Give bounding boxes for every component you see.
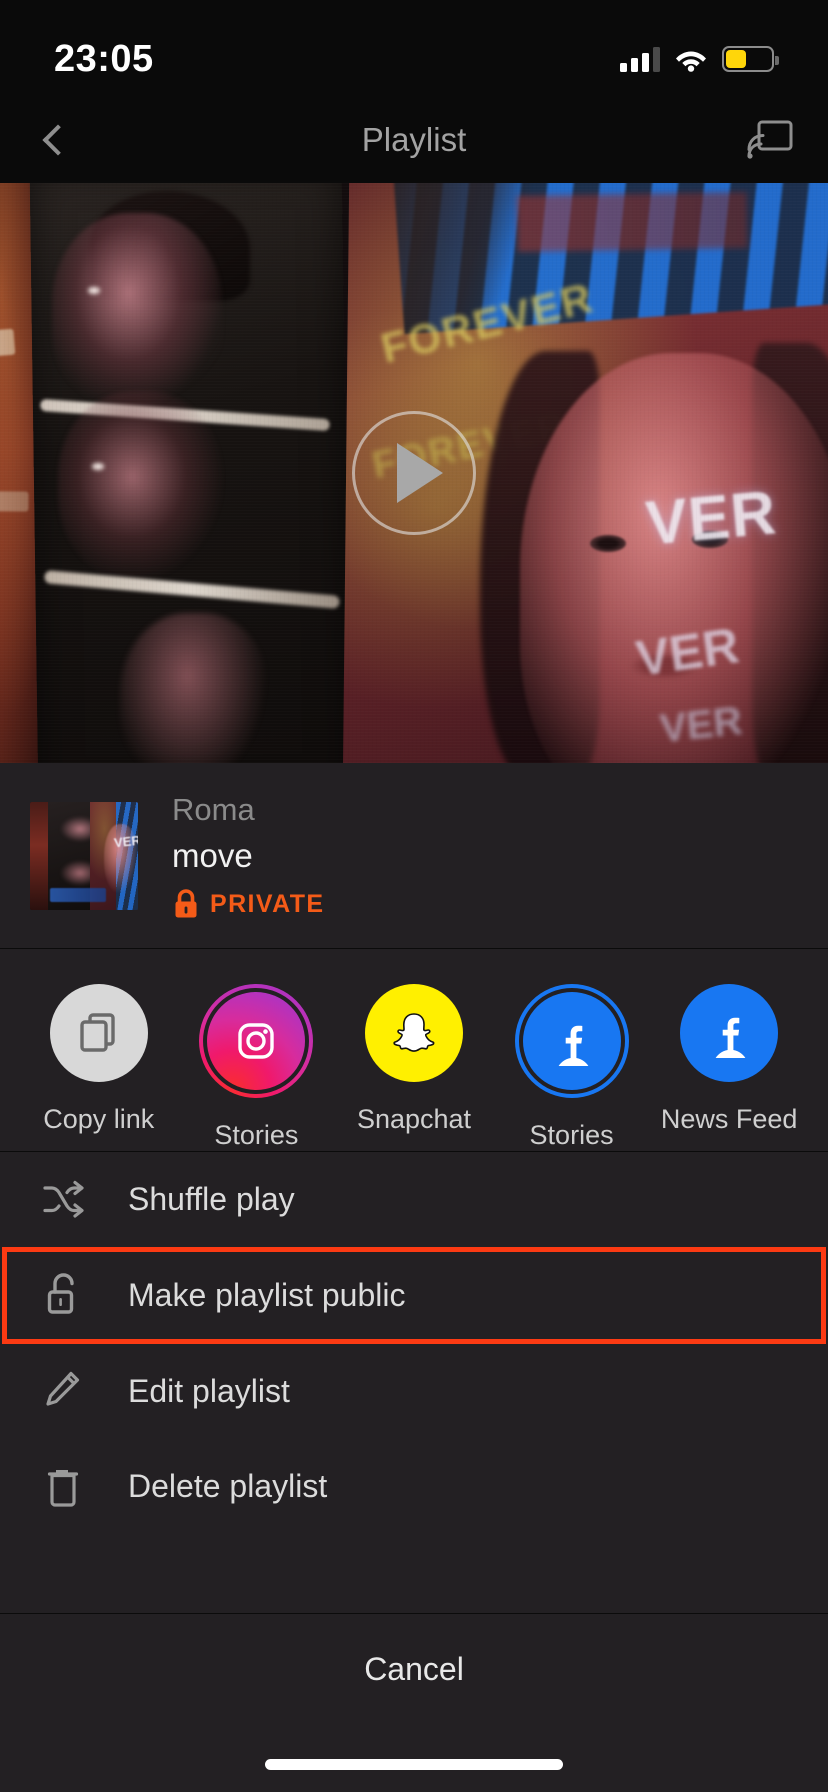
cancel-label: Cancel <box>364 1650 464 1687</box>
collage-portrait <box>520 353 828 763</box>
share-label: Copy link <box>43 1104 155 1134</box>
wifi-icon <box>674 46 708 72</box>
highlight-annotation <box>2 1247 826 1344</box>
playlist-meta: Roma move PRIVATE <box>172 791 324 920</box>
privacy-label: PRIVATE <box>210 889 325 918</box>
status-clock: 23:05 <box>54 37 154 80</box>
share-item-facebook-stories[interactable]: Stories <box>502 984 642 1151</box>
playlist-hero-image[interactable]: FOREVER FOREVER VER VER VER <box>0 183 828 763</box>
instagram-icon-circle <box>199 984 314 1098</box>
lock-closed-icon <box>175 889 197 918</box>
action-menu: Shuffle play Make playlist public Edit p <box>0 1151 828 1534</box>
privacy-badge: PRIVATE <box>172 888 324 920</box>
share-item-facebook-news-feed[interactable]: News Feed <box>659 984 799 1135</box>
snapchat-icon-circle <box>364 984 463 1082</box>
home-indicator[interactable] <box>265 1759 563 1770</box>
battery-icon <box>722 46 779 72</box>
snapchat-icon <box>393 1013 435 1052</box>
playlist-thumbnail: VER <box>30 801 138 910</box>
back-chevron-icon <box>42 123 74 156</box>
facebook-ring <box>514 984 629 1098</box>
facebook-icon-circle <box>680 984 779 1082</box>
back-button[interactable] <box>0 96 110 183</box>
share-item-instagram-stories[interactable]: Stories <box>186 984 326 1151</box>
collage-eye-left <box>590 535 626 552</box>
copy-link-icon <box>80 1013 115 1052</box>
pencil-icon <box>42 1369 104 1415</box>
bottom-safe-area <box>0 1724 828 1792</box>
lock-open-icon <box>42 1272 104 1320</box>
menu-item-edit-playlist[interactable]: Edit playlist <box>0 1344 828 1439</box>
app-screen: 23:05 Playlist FOREVER FOREVER VER VER V… <box>0 0 828 1792</box>
share-label: Stories <box>214 1120 299 1150</box>
collage-face-mid <box>58 391 223 581</box>
share-label: News Feed <box>660 1104 798 1134</box>
cellular-bars-icon <box>620 46 660 72</box>
facebook-icon <box>715 1017 746 1058</box>
menu-item-delete-playlist[interactable]: Delete playlist <box>0 1439 828 1534</box>
cancel-button[interactable]: Cancel <box>0 1614 828 1724</box>
menu-item-shuffle-play[interactable]: Shuffle play <box>0 1152 828 1247</box>
facebook-icon-circle <box>522 992 621 1090</box>
status-bar: 23:05 <box>0 0 828 96</box>
menu-item-label: Shuffle play <box>128 1181 295 1217</box>
cast-button[interactable] <box>746 96 794 183</box>
share-row: Copy link Stories Snapchat Stories News … <box>0 948 828 1151</box>
playlist-info-row: VER Roma move PRIVATE <box>0 763 828 948</box>
trash-icon <box>42 1464 104 1510</box>
instagram-ring <box>199 984 314 1098</box>
playlist-artist: Roma <box>172 791 255 827</box>
page-title: Playlist <box>361 120 467 158</box>
collage-text-ver-3: VER <box>657 698 745 752</box>
nav-bar: Playlist <box>0 96 828 183</box>
collage-face-top <box>52 213 222 413</box>
share-item-snapchat[interactable]: Snapchat <box>344 984 484 1135</box>
status-indicators <box>620 46 779 72</box>
instagram-icon <box>238 1023 275 1059</box>
play-button[interactable] <box>352 411 476 535</box>
collage-face-bottom <box>120 613 270 763</box>
menu-item-label: Make playlist public <box>128 1277 406 1313</box>
menu-item-make-playlist-public[interactable]: Make playlist public <box>0 1247 828 1344</box>
share-label: Stories <box>529 1120 614 1150</box>
facebook-icon <box>558 1025 588 1066</box>
shuffle-icon <box>42 1180 104 1220</box>
cast-icon <box>747 120 793 159</box>
menu-item-label: Edit playlist <box>128 1373 290 1409</box>
thumbnail-text: VER <box>113 832 138 850</box>
play-icon <box>397 443 443 503</box>
menu-item-label: Delete playlist <box>128 1468 328 1504</box>
collage-text-ver-1: VER <box>643 478 780 559</box>
playlist-title: move <box>172 836 253 874</box>
share-label: Snapchat <box>356 1104 472 1134</box>
share-item-copy-link[interactable]: Copy link <box>29 984 169 1135</box>
copy-link-icon-circle <box>49 984 148 1082</box>
